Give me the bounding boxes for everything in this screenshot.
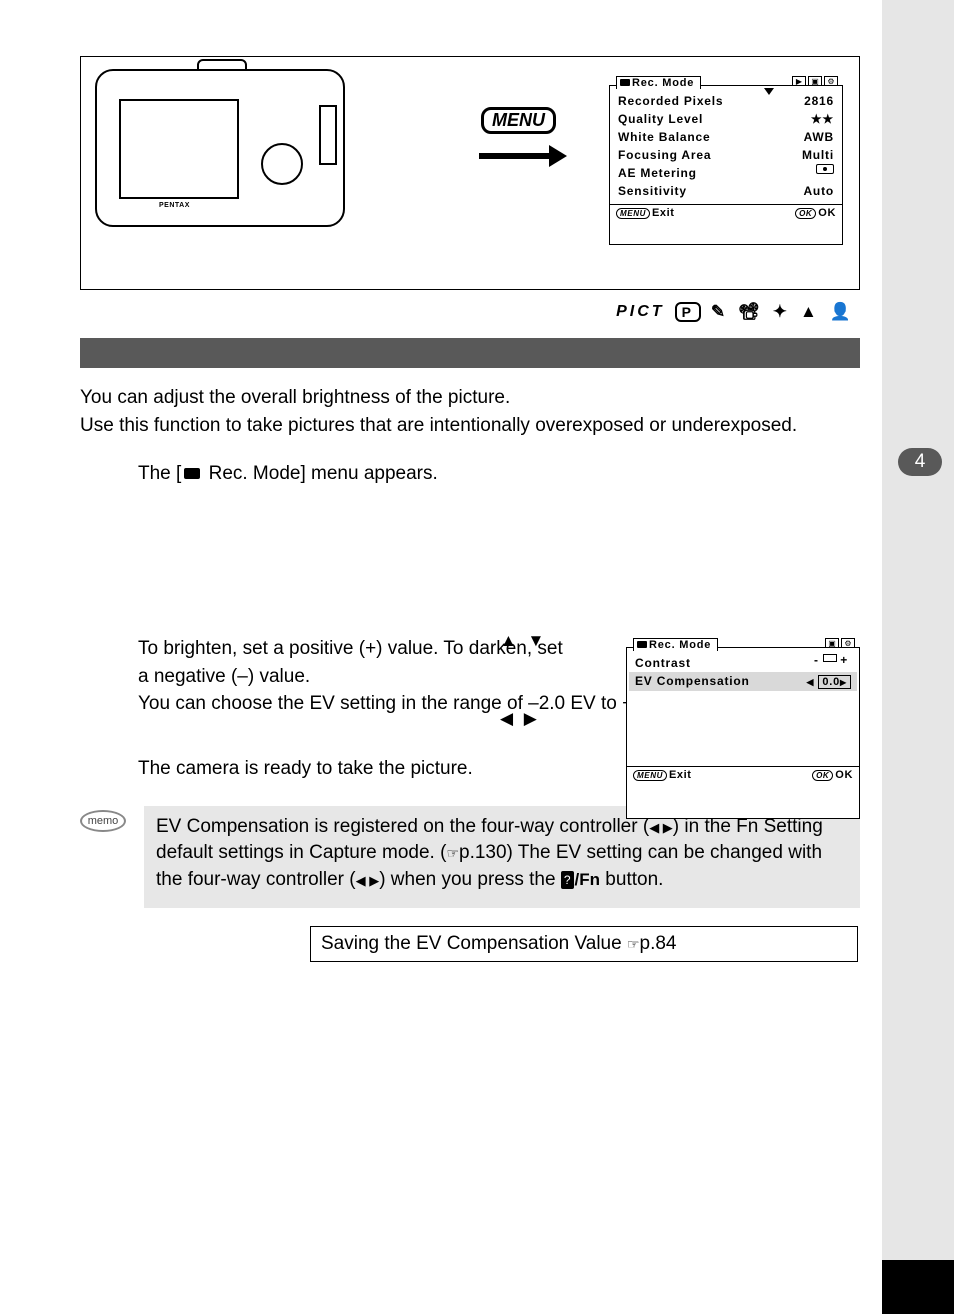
lcd-row-label: Quality Level [618, 110, 703, 128]
lcd-foot-ok: OK [818, 207, 836, 219]
pict-label: PICT [616, 303, 664, 321]
lcd-tab-icons: ▣⚙ [825, 638, 855, 648]
lcd-tab-title: Rec. Mode [616, 76, 701, 89]
menu-pill: MENU [633, 770, 667, 781]
paint-icon: ✎ [711, 302, 728, 322]
lcd-row-label: Focusing Area [618, 146, 711, 164]
mode-icon-strip: PICT P ✎ 📽 ✦ ▲ 👤 [80, 300, 854, 324]
figure-box: PENTAX MENU Rec. Mode ▶▣⚙ Recorded Pixel… [80, 56, 860, 290]
lcd-foot-exit: Exit [669, 769, 692, 781]
page-ref-icon: ☞ [627, 936, 640, 952]
lcd-row-value: AWB [804, 128, 834, 146]
up-down-arrows-icon: ▲ ▼ [500, 631, 547, 651]
ev-value: 0.0▶ [818, 675, 851, 689]
lcd-row-label: White Balance [618, 128, 710, 146]
triangle-down-icon [764, 88, 774, 95]
memo-box: memo EV Compensation is registered on th… [80, 806, 860, 908]
lcd-tab-title: Rec. Mode [633, 638, 718, 651]
lcd-row-value: ★★ [811, 110, 834, 128]
camera-icon [637, 641, 647, 648]
lcd-foot-exit: Exit [652, 207, 675, 219]
left-right-arrows-icon: ◀ ▶ [356, 873, 380, 888]
metering-icon [816, 164, 834, 174]
body-paragraph: You can adjust the overall brightness of… [80, 384, 860, 412]
ok-pill: OK [812, 770, 833, 781]
page-margin: 4 [882, 0, 954, 1314]
camera-illustration: PENTAX [95, 69, 353, 269]
menu-button-label: MENU [481, 107, 556, 134]
cross-reference-box: Saving the EV Compensation Value ☞p.84 [310, 926, 858, 962]
movie-icon: 📽 [738, 302, 763, 322]
camera-icon [184, 468, 200, 479]
memo-text: EV Compensation is registered on the fou… [144, 806, 860, 908]
lcd-preview-rec-mode: Rec. Mode ▶▣⚙ Recorded Pixels2816 Qualit… [609, 85, 843, 245]
lcd-row-label: EV Compensation [635, 672, 750, 691]
body-paragraph: Use this function to take pictures that … [80, 412, 860, 440]
lcd-row-label: AE Metering [618, 164, 697, 182]
fn-button-icon: ? [561, 871, 574, 890]
lcd-row-label: Recorded Pixels [618, 92, 723, 110]
lcd-row-label: Sensitivity [618, 182, 687, 200]
left-right-arrows-icon: ◀ ▶ [649, 820, 673, 835]
lcd-row-selected: EV Compensation ◀ 0.0▶ [629, 672, 857, 691]
lcd-row-value: Auto [803, 182, 834, 200]
ok-pill: OK [795, 208, 816, 219]
menu-pill: MENU [616, 208, 650, 219]
section-title-bar [80, 338, 860, 368]
left-right-arrows-icon: ◀ ▶ [500, 709, 540, 729]
step-1-result: The [ Rec. Mode] menu appears. [138, 463, 860, 485]
thumb-tab [882, 1260, 954, 1314]
lcd-foot-ok: OK [835, 769, 853, 781]
lcd-row-value: Multi [802, 146, 834, 164]
lcd-row-label: Contrast [635, 654, 691, 672]
portrait-icon: 👤 [830, 302, 854, 322]
landscape-icon: ▲ [800, 302, 820, 322]
arrow-icon [479, 145, 567, 167]
camera-brand-label: PENTAX [159, 202, 190, 209]
p-mode-icon: P [675, 302, 701, 322]
night-scene-icon: ✦ [773, 302, 790, 322]
camera-icon [620, 79, 630, 86]
page-ref-icon: ☞ [446, 845, 459, 861]
section-number-tab: 4 [898, 448, 942, 476]
memo-label: memo [80, 810, 126, 832]
lcd-tab-icons: ▶▣⚙ [792, 76, 838, 86]
lcd-row-value: 2816 [804, 92, 834, 110]
contrast-level-icon [811, 654, 851, 664]
lcd-preview-ev: Rec. Mode ▣⚙ Contrast EV Compensation ◀ … [626, 647, 860, 819]
